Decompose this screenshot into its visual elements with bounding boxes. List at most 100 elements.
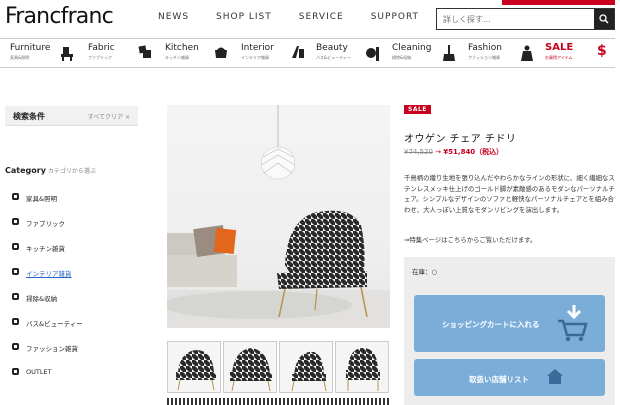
price-arrow: → xyxy=(435,148,442,156)
price: ¥74,520 → ¥51,840（税込） xyxy=(404,147,503,157)
accent-bar xyxy=(502,0,615,5)
category-label: Cleaning xyxy=(392,43,432,53)
thumbnail[interactable] xyxy=(223,398,277,405)
filter-label: キッチン雑貨 xyxy=(26,245,65,253)
thumbnail[interactable] xyxy=(335,398,389,405)
product-name: オウゲン チェア チドリ xyxy=(404,134,517,145)
category-label: Fabric xyxy=(88,43,115,53)
logo[interactable]: Francfranc xyxy=(5,4,114,29)
category-subtitle: カテゴリから選ぶ xyxy=(47,168,96,175)
interior-icon xyxy=(292,46,304,58)
checkbox[interactable] xyxy=(12,318,19,325)
category-label: Furniture xyxy=(10,43,51,53)
checkbox[interactable] xyxy=(12,218,19,225)
category-title: Category xyxy=(5,166,46,175)
category-sublabel: お買得アイテム xyxy=(545,55,573,60)
search-input[interactable] xyxy=(437,9,595,29)
search-button[interactable] xyxy=(594,9,614,29)
filter-item[interactable]: 掃除&収納 xyxy=(12,293,83,318)
product-main-image[interactable] xyxy=(167,105,390,328)
shirt-icon xyxy=(521,45,533,61)
checkbox[interactable] xyxy=(12,343,19,350)
sofa xyxy=(167,225,237,287)
category-filter-list: 家具&照明 ファブリック キッチン雑貨 インテリア雑貨 掃除&収納 バス&ビュー… xyxy=(12,193,83,393)
thumbnail[interactable] xyxy=(167,398,221,405)
filter-label: 家具&照明 xyxy=(26,195,58,203)
category-sublabel: ファブリック xyxy=(88,55,112,60)
thumbnail[interactable] xyxy=(279,341,333,393)
sale-badge: SALE xyxy=(404,105,431,114)
filter-label: ファッション雑貨 xyxy=(26,345,78,353)
product-description: 千鳥柄の織り生地を張り込んだやわらかなラインの形状に、細く繊細なステンレスメッキ… xyxy=(404,174,615,214)
category-label: Fashion xyxy=(468,43,502,53)
category-sublabel: バス&ビューティー xyxy=(316,55,351,60)
category-interior[interactable]: Interior インテリア雑貨 xyxy=(241,43,304,65)
cart-icon xyxy=(558,305,588,342)
checkbox[interactable] xyxy=(12,368,19,375)
pendant-lamp xyxy=(260,146,296,180)
top-nav: NEWS SHOP LIST SERVICE SUPPORT xyxy=(158,12,446,22)
nav-service[interactable]: SERVICE xyxy=(299,12,344,22)
search-conditions-title: 検索条件 xyxy=(13,112,45,121)
filter-item[interactable]: OUTLET xyxy=(12,368,83,393)
category-furniture[interactable]: Furniture 家具&照明 xyxy=(10,43,73,65)
nav-shop-list[interactable]: SHOP LIST xyxy=(216,12,272,22)
checkbox[interactable] xyxy=(12,193,19,200)
filter-item[interactable]: ファブリック xyxy=(12,218,83,243)
search-icon xyxy=(599,14,609,24)
category-label: Interior xyxy=(241,43,274,53)
category-sale[interactable]: SALE お買得アイテム $ xyxy=(545,42,607,65)
add-to-cart-button[interactable]: ショッピングカートに入れる xyxy=(414,295,605,352)
broom-icon xyxy=(443,45,455,61)
checkbox[interactable] xyxy=(12,243,19,250)
pot-icon xyxy=(215,47,227,58)
category-sublabel: 掃除&収納 xyxy=(392,55,412,60)
category-sublabel: キッチン雑貨 xyxy=(165,55,189,60)
category-label: SALE xyxy=(545,42,574,53)
search-box xyxy=(436,8,615,30)
thumbnail[interactable] xyxy=(223,341,277,393)
filter-item[interactable]: ファッション雑貨 xyxy=(12,343,83,368)
thumbnail-row xyxy=(167,341,389,393)
filter-label: ファブリック xyxy=(26,220,65,228)
house-icon xyxy=(547,369,563,384)
category-heading: Category カテゴリから選ぶ xyxy=(5,166,96,175)
category-cleaning[interactable]: Cleaning 掃除&収納 xyxy=(392,43,455,65)
thumbnail[interactable] xyxy=(335,341,389,393)
category-fashion[interactable]: Fashion ファッション雑貨 xyxy=(468,43,533,65)
filter-item[interactable]: インテリア雑貨 xyxy=(12,268,83,293)
category-bar: Furniture 家具&照明 Fabric ファブリック Kitchen キッ… xyxy=(0,38,615,68)
filter-item[interactable]: キッチン雑貨 xyxy=(12,243,83,268)
add-to-cart-label: ショッピングカートに入れる xyxy=(442,320,540,329)
category-kitchen[interactable]: Kitchen キッチン雑貨 xyxy=(165,43,227,65)
filter-item[interactable]: 家具&照明 xyxy=(12,193,83,218)
nav-news[interactable]: NEWS xyxy=(158,12,189,22)
category-fabric[interactable]: Fabric ファブリック xyxy=(88,43,151,65)
feature-page-link[interactable]: ⇒特集ページはこちらからご覧いただけます。 xyxy=(404,235,536,244)
thumbnail[interactable] xyxy=(279,398,333,405)
cushion-icon xyxy=(138,45,151,58)
filter-label: 掃除&収納 xyxy=(26,295,58,303)
dollar-icon: $ xyxy=(597,43,607,59)
old-price: ¥74,520 xyxy=(404,148,433,156)
sale-price: ¥51,840（税込） xyxy=(443,148,504,156)
category-beauty[interactable]: Beauty バス&ビューティー xyxy=(316,43,379,65)
search-conditions-header: 検索条件 すべてクリア × xyxy=(5,106,138,126)
clear-all-link[interactable]: すべてクリア × xyxy=(88,112,130,121)
nav-support[interactable]: SUPPORT xyxy=(371,12,419,22)
category-sublabel: ファッション雑貨 xyxy=(468,55,500,60)
category-sublabel: 家具&照明 xyxy=(10,55,30,60)
filter-label: インテリア雑貨 xyxy=(26,270,72,278)
store-list-label: 取扱い店舗リスト xyxy=(469,375,529,384)
stock-status: 在庫：○ xyxy=(412,268,438,276)
filter-item[interactable]: バス&ビューティー xyxy=(12,318,83,343)
checkbox[interactable] xyxy=(12,293,19,300)
checkbox[interactable] xyxy=(12,268,19,275)
category-label: Beauty xyxy=(316,43,348,53)
category-sublabel: インテリア雑貨 xyxy=(241,55,269,60)
thumbnail[interactable] xyxy=(167,341,221,393)
thumbnail-row-2 xyxy=(167,398,389,405)
room-scene xyxy=(167,105,390,328)
store-list-button[interactable]: 取扱い店舗リスト xyxy=(414,359,605,396)
chair-icon xyxy=(61,47,73,61)
